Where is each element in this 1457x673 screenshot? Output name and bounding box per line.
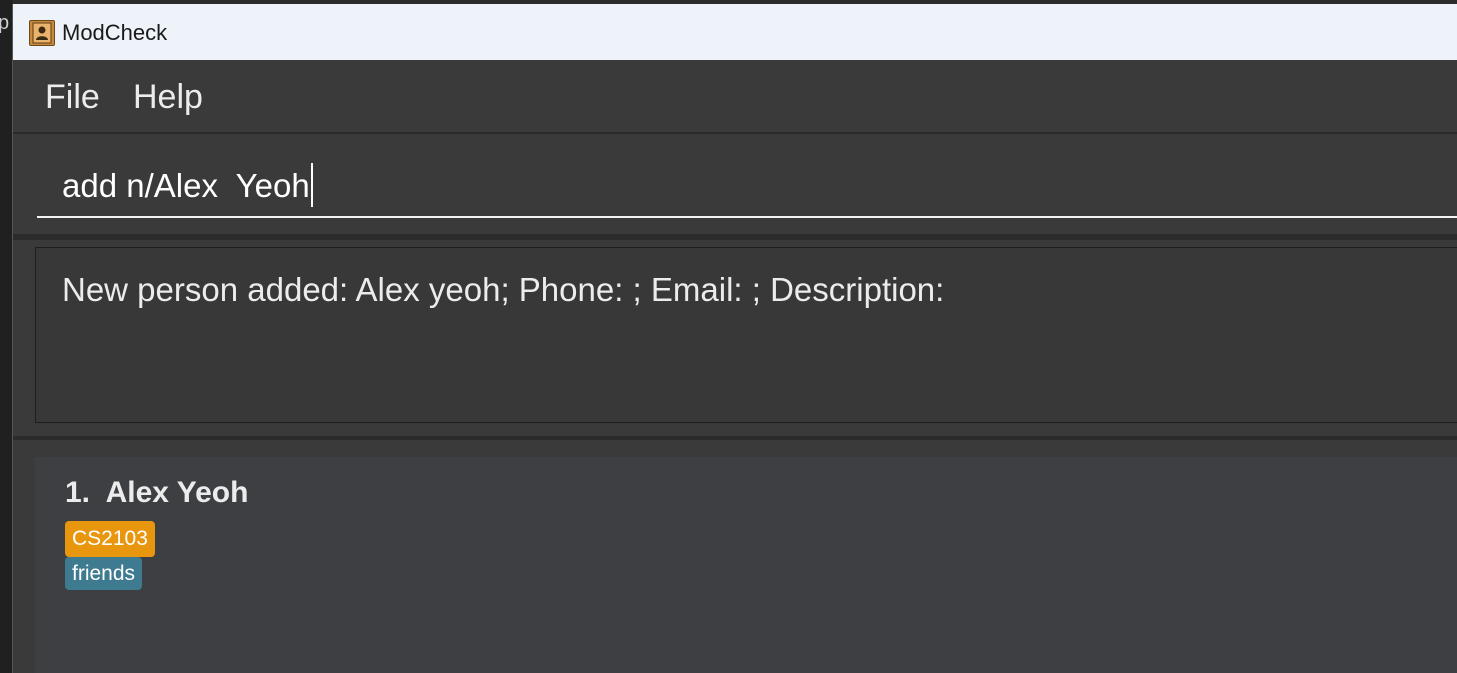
app-window: ModCheck File Help add n/Alex Yeoh New p… xyxy=(12,4,1457,673)
command-input[interactable]: add n/Alex Yeoh xyxy=(37,160,1457,218)
person-index: 1. xyxy=(65,476,91,509)
desktop-edge-glyph: p xyxy=(0,12,10,34)
result-display[interactable]: New person added: Alex yeoh; Phone: ; Em… xyxy=(35,247,1457,423)
result-message: New person added: Alex yeoh; Phone: ; Em… xyxy=(62,271,945,308)
desktop-background: p xyxy=(0,0,12,673)
command-input-text: add n/Alex Yeoh xyxy=(62,163,313,208)
title-bar[interactable]: ModCheck xyxy=(13,4,1457,60)
command-input-value: add n/Alex Yeoh xyxy=(62,167,310,204)
tag-cs2103: CS2103 xyxy=(65,521,155,557)
person-list-panel: 1. Alex Yeoh CS2103 friends xyxy=(13,440,1457,673)
menu-bar: File Help xyxy=(13,60,1457,134)
address-book-icon xyxy=(29,20,55,46)
window-title: ModCheck xyxy=(62,20,168,45)
tag-friends: friends xyxy=(65,557,143,590)
text-caret xyxy=(310,163,313,208)
result-display-panel: New person added: Alex yeoh; Phone: ; Em… xyxy=(13,240,1457,440)
person-header: 1. Alex Yeoh xyxy=(65,475,248,511)
person-name: Alex Yeoh xyxy=(105,476,249,509)
command-box: add n/Alex Yeoh xyxy=(13,134,1457,240)
person-card[interactable]: 1. Alex Yeoh CS2103 friends xyxy=(35,457,1457,673)
menu-file[interactable]: File xyxy=(45,78,100,116)
menu-help[interactable]: Help xyxy=(133,78,203,116)
